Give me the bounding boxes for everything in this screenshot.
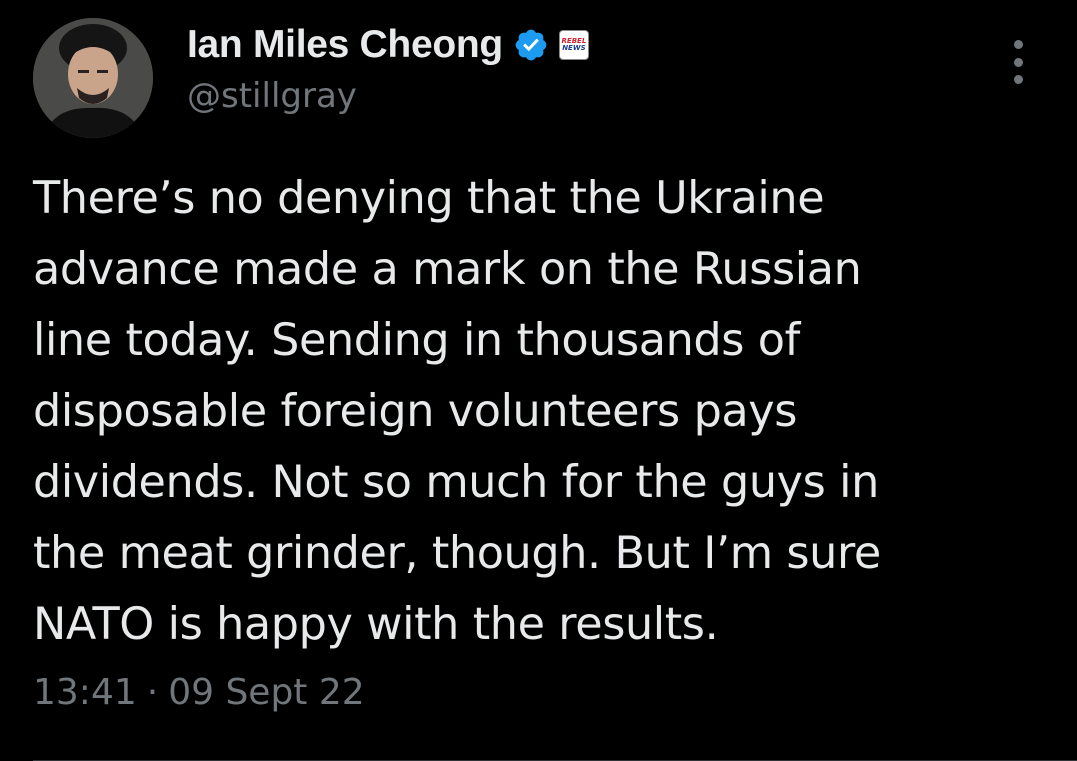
author-block: Ian Miles Cheong REBEL NEWS @stillgray <box>187 20 589 130</box>
verified-badge-icon[interactable] <box>513 27 549 63</box>
affiliate-badge-line2: NEWS <box>562 44 586 52</box>
tweet-date: 09 Sept 22 <box>168 672 365 713</box>
more-vertical-icon <box>1013 40 1023 49</box>
tweet-text: There’s no denying that the Ukraine adva… <box>33 163 1033 660</box>
tweet-text-line: disposable foreign volunteers pays <box>33 386 797 437</box>
name-row: Ian Miles Cheong REBEL NEWS <box>187 20 589 70</box>
meta-separator: · <box>146 672 159 713</box>
profile-photo-icon <box>33 18 153 138</box>
display-name[interactable]: Ian Miles Cheong <box>187 23 503 67</box>
username-handle[interactable]: @stillgray <box>187 76 589 116</box>
tweet-timestamp[interactable]: 13:41 · 09 Sept 22 <box>33 672 365 713</box>
tweet: Ian Miles Cheong REBEL NEWS @stillgray T… <box>0 0 1077 761</box>
avatar[interactable] <box>33 18 153 138</box>
tweet-text-line: the meat grinder, though. But I’m sure <box>33 528 881 579</box>
tweet-text-line: advance made a mark on the Russian <box>33 244 862 295</box>
tweet-text-line: There’s no denying that the Ukraine <box>33 173 825 224</box>
more-options-button[interactable] <box>1000 40 1036 84</box>
tweet-time: 13:41 <box>33 672 137 713</box>
tweet-text-line: line today. Sending in thousands of <box>33 315 800 366</box>
more-vertical-icon <box>1013 57 1023 67</box>
more-vertical-icon <box>1013 75 1023 84</box>
tweet-text-line: NATO is happy with the results. <box>33 599 719 650</box>
tweet-text-line: dividends. Not so much for the guys in <box>33 457 879 508</box>
affiliate-badge-icon[interactable]: REBEL NEWS <box>558 30 589 60</box>
